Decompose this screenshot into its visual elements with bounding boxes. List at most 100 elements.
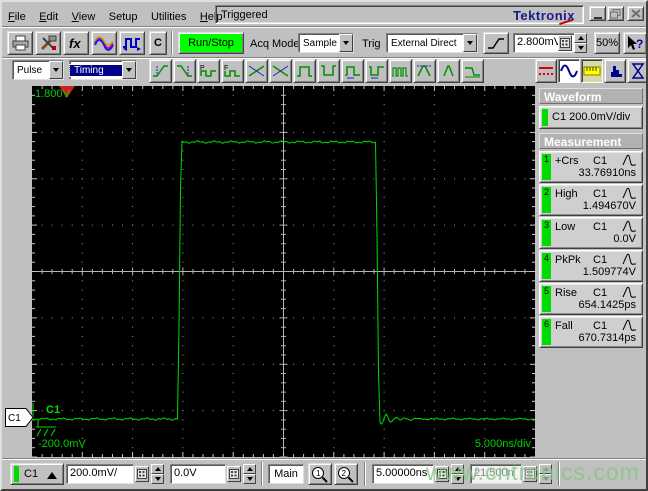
math-button[interactable]: fx <box>63 31 89 55</box>
measure-positive-duty-button[interactable] <box>341 59 364 83</box>
measurement-row[interactable]: 3 Low C1 0.0V <box>539 217 643 249</box>
vertical-offset-spinner[interactable] <box>243 464 256 484</box>
chevron-down-icon[interactable] <box>463 34 477 52</box>
trigger-source-select[interactable]: External Direct <box>386 33 478 53</box>
chevron-down-icon[interactable] <box>49 61 63 79</box>
measurement-row[interactable]: 2 High C1 1.494670V <box>539 184 643 216</box>
measure-group-select[interactable]: Timing <box>69 60 137 80</box>
trigger-status: Triggered <box>221 9 268 21</box>
negative-width-icon <box>321 65 336 76</box>
zoom1-button[interactable]: 1 <box>308 463 332 485</box>
sine-wave-icon <box>560 64 578 78</box>
vertical-offset-field[interactable]: 0.0V <box>170 464 226 484</box>
spin-down-icon[interactable] <box>451 474 464 484</box>
measure-settling-button[interactable] <box>461 59 484 83</box>
spin-up-icon[interactable] <box>151 464 164 474</box>
measure-negative-width-button[interactable] <box>317 59 340 83</box>
channel-marker[interactable]: C1 <box>5 408 34 432</box>
channel-color-bar <box>542 109 548 126</box>
zoom2-button[interactable]: 2 <box>334 463 358 485</box>
menu-utilities[interactable]: Utilities <box>151 11 186 23</box>
menu-file[interactable]: File <box>8 11 26 23</box>
timebase-label: 5.000ns/div <box>474 438 531 450</box>
waveform-display-button[interactable] <box>558 59 580 83</box>
help-pointer-button[interactable]: ? <box>623 32 646 54</box>
negative-duty-icon <box>369 66 384 79</box>
menu-setup[interactable]: Setup <box>109 11 138 23</box>
trigger-level-keypad-button[interactable] <box>558 35 572 51</box>
waveform-channel-button[interactable]: C1 200.0mV/div <box>539 106 643 129</box>
channel-select-button[interactable]: C1 <box>10 463 64 485</box>
measure-amplitude-button[interactable] <box>413 59 436 83</box>
menubar-divider <box>2 26 646 28</box>
measure-rise-time-button[interactable] <box>149 59 172 83</box>
horizontal-main-button[interactable]: Main <box>268 464 304 484</box>
horizontal-scale-keypad-button[interactable] <box>435 466 449 482</box>
measure-rising-slew-button[interactable] <box>245 59 268 83</box>
falling-slew-icon <box>272 65 289 77</box>
measure-class-select[interactable]: Pulse <box>12 60 64 80</box>
measure-frequency-button[interactable]: F <box>221 59 244 83</box>
horizontal-scale-field[interactable]: 5.00000ns <box>372 464 434 484</box>
acq-mode-select[interactable]: Sample <box>298 33 354 53</box>
keypad-icon <box>525 469 535 479</box>
spin-down-icon[interactable] <box>574 43 587 53</box>
scope-graticule <box>31 86 535 458</box>
spin-up-icon[interactable] <box>243 464 256 474</box>
set-50-percent-button[interactable]: 50% <box>594 32 620 54</box>
close-button[interactable] <box>627 6 644 21</box>
print-button[interactable] <box>7 31 33 55</box>
menu-view[interactable]: View <box>72 11 96 23</box>
svg-text:?: ? <box>636 37 643 51</box>
pulse-icon <box>622 253 636 265</box>
measure-positive-width-button[interactable] <box>293 59 316 83</box>
run-stop-button[interactable]: Run/Stop <box>178 32 244 54</box>
horizontal-scale-spinner[interactable] <box>451 464 464 484</box>
histogram-button[interactable] <box>604 59 626 83</box>
minimize-button[interactable] <box>589 6 606 21</box>
measurement-row[interactable]: 5 Rise C1 654.1425ps <box>539 283 643 315</box>
trigger-level-spinner[interactable] <box>574 33 587 53</box>
spin-down-icon[interactable] <box>151 474 164 484</box>
vertical-scale-spinner[interactable] <box>151 464 164 484</box>
measure-negative-duty-button[interactable] <box>365 59 388 83</box>
acq-mode-label: Acq Mode <box>250 38 300 50</box>
measure-period-button[interactable]: P <box>197 59 220 83</box>
ruler-icon <box>583 66 601 76</box>
spin-up-icon[interactable] <box>574 33 587 43</box>
spin-up-icon[interactable] <box>451 464 464 474</box>
chevron-down-icon[interactable] <box>339 34 353 52</box>
measure-burst-width-button[interactable] <box>389 59 412 83</box>
cursors-button[interactable] <box>535 59 557 83</box>
restore-button[interactable] <box>607 6 624 21</box>
scope-display[interactable]: 1.800V -200.0mV 5.000ns/div C1 <box>31 86 535 458</box>
fall-time-icon <box>177 65 192 77</box>
pulse-icon <box>622 154 636 166</box>
vertical-offset-keypad-button[interactable] <box>227 466 241 482</box>
close-icon <box>630 9 641 18</box>
amplitude-icon <box>417 65 432 77</box>
status-strip: Triggered Tektronix <box>215 5 584 26</box>
waveform-colors-button[interactable] <box>91 31 117 55</box>
trigger-slope-button[interactable] <box>483 32 509 54</box>
chevron-up-icon <box>47 472 57 479</box>
vertical-scale-field[interactable]: 200.0mV/ <box>66 464 134 484</box>
measurement-row[interactable]: 1 +Crs C1 33.76910ns <box>539 151 643 183</box>
measure-fall-time-button[interactable] <box>173 59 196 83</box>
menu-edit[interactable]: Edit <box>39 11 58 23</box>
mask-button[interactable] <box>627 59 646 83</box>
measurement-row[interactable]: 4 PkPk C1 1.509774V <box>539 250 643 282</box>
tools-button[interactable] <box>35 31 61 55</box>
vertical-scale-keypad-button[interactable] <box>135 466 149 482</box>
chevron-down-icon[interactable] <box>122 61 136 79</box>
measurement-display-button[interactable] <box>581 59 603 83</box>
spin-down-icon[interactable] <box>243 474 256 484</box>
measure-peak-button[interactable] <box>437 59 460 83</box>
measurement-row[interactable]: 6 Fall C1 670.7314ps <box>539 316 643 348</box>
magnifier-2-icon: 2 <box>338 466 354 483</box>
keypad-icon <box>229 469 239 479</box>
zoom-waveform-button[interactable] <box>119 31 145 55</box>
clear-button[interactable]: C <box>149 31 167 55</box>
measure-falling-slew-button[interactable] <box>269 59 292 83</box>
settling-icon <box>465 67 480 78</box>
